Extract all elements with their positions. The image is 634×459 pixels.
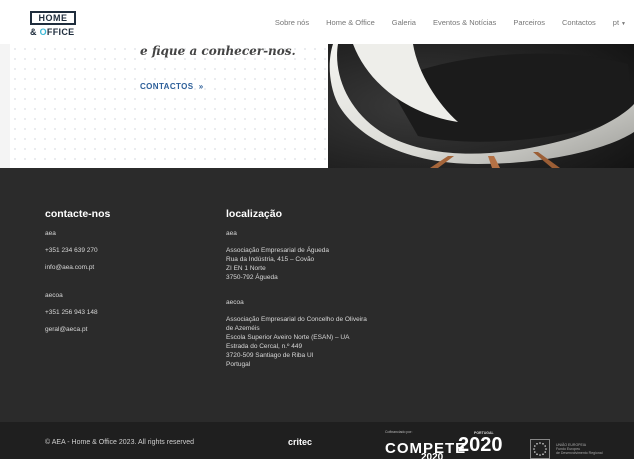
location-heading: localização [226,208,283,220]
location-address-aecoa: Associação Empresarial do Concelho de Ol… [226,315,367,369]
address-line: Associação Empresarial de Águeda [226,247,329,254]
logo-home-text: HOME [30,11,76,25]
caret-down-icon: ▼ [621,21,626,27]
critec-logo[interactable]: critec [288,437,312,447]
contact-phone-aea[interactable]: +351 234 639 270 [45,246,110,255]
address-line: ZI EN 1 Norte [226,265,266,272]
site-header: HOME & OFFICE Sobre nós Home & Office Ga… [0,0,634,44]
copyright-text: © AEA - Home & Office 2023. All rights r… [45,439,194,446]
language-selector[interactable]: pt ▼ [613,18,626,27]
location-address-aea: Associação Empresarial de Águeda Rua da … [226,246,367,282]
nav-galeria[interactable]: Galeria [392,18,416,27]
nav-parceiros[interactable]: Parceiros [513,18,545,27]
address-line: Escola Superior Aveiro Norte (ESAN) – UA [226,334,350,341]
portugal-2020-text: 2020 [458,434,503,456]
contact-email-aea[interactable]: info@aea.com.pt [45,263,110,272]
portugal-label: PORTUGAL [474,431,494,435]
address-line: Portugal [226,361,251,368]
page: HOME & OFFICE Sobre nós Home & Office Ga… [0,0,634,459]
address-line: Estrada do Cercal, n.º 449 [226,343,303,350]
address-line: de Azeméis [226,325,260,332]
footer-bottom-bar: © AEA - Home & Office 2023. All rights r… [0,422,634,459]
contact-org-aecoa: aecoa [45,292,63,299]
hero-tagline: e fique a conhecer-nos. [140,44,296,58]
nav-contactos[interactable]: Contactos [562,18,596,27]
nav-home-office[interactable]: Home & Office [326,18,375,27]
language-label: pt [612,18,620,27]
contact-heading: contacte-nos [45,208,111,220]
portugal-2020-logo: PORTUGAL 2020 [458,431,503,457]
chair-illustration [328,44,634,168]
hero-text-panel: e fique a conhecer-nos. CONTACTOS » [0,44,328,168]
contact-email-aecoa[interactable]: geral@aeca.pt [45,325,110,334]
contact-org-aea: aea [45,230,56,237]
contactos-cta-link[interactable]: CONTACTOS » [140,82,204,91]
nav-sobre-nos[interactable]: Sobre nós [275,18,309,27]
double-chevron-right-icon: » [198,82,204,91]
main-nav: Sobre nós Home & Office Galeria Eventos … [258,18,626,27]
eu-fund-text: UNIÃO EUROPEIA Fundo Europeu de Desenvol… [556,443,603,455]
location-org-aea: aea [226,230,237,237]
logo-office-text: & OFFICE [30,27,75,37]
hero-chair-image [328,44,634,168]
address-line: Rua da Indústria, 415 – Covão [226,256,315,263]
address-line: Associação Empresarial do Concelho de Ol… [226,316,367,323]
location-column: localização aea Associação Empresarial d… [226,208,367,369]
nav-eventos-noticias[interactable]: Eventos & Notícias [433,18,496,27]
site-logo[interactable]: HOME & OFFICE [30,11,110,43]
address-line: 3720-509 Santiago de Riba Ul [226,352,314,359]
address-line: 3750-792 Águeda [226,274,278,281]
site-footer: contacte-nos aea +351 234 639 270 info@a… [0,168,634,422]
compete-year: 2020 [421,452,444,459]
contact-phone-aecoa[interactable]: +351 256 943 148 [45,308,110,317]
eu-flag-icon [530,439,550,459]
eu-text-line: de Desenvolvimento Regional [556,451,603,455]
cta-label: CONTACTOS [140,82,194,91]
contact-column: contacte-nos aea +351 234 639 270 info@a… [45,208,110,334]
location-org-aecoa: aecoa [226,299,244,306]
hero-section: e fique a conhecer-nos. CONTACTOS » [0,44,634,168]
cofinanced-label: Cofinanciado por: [385,430,413,434]
